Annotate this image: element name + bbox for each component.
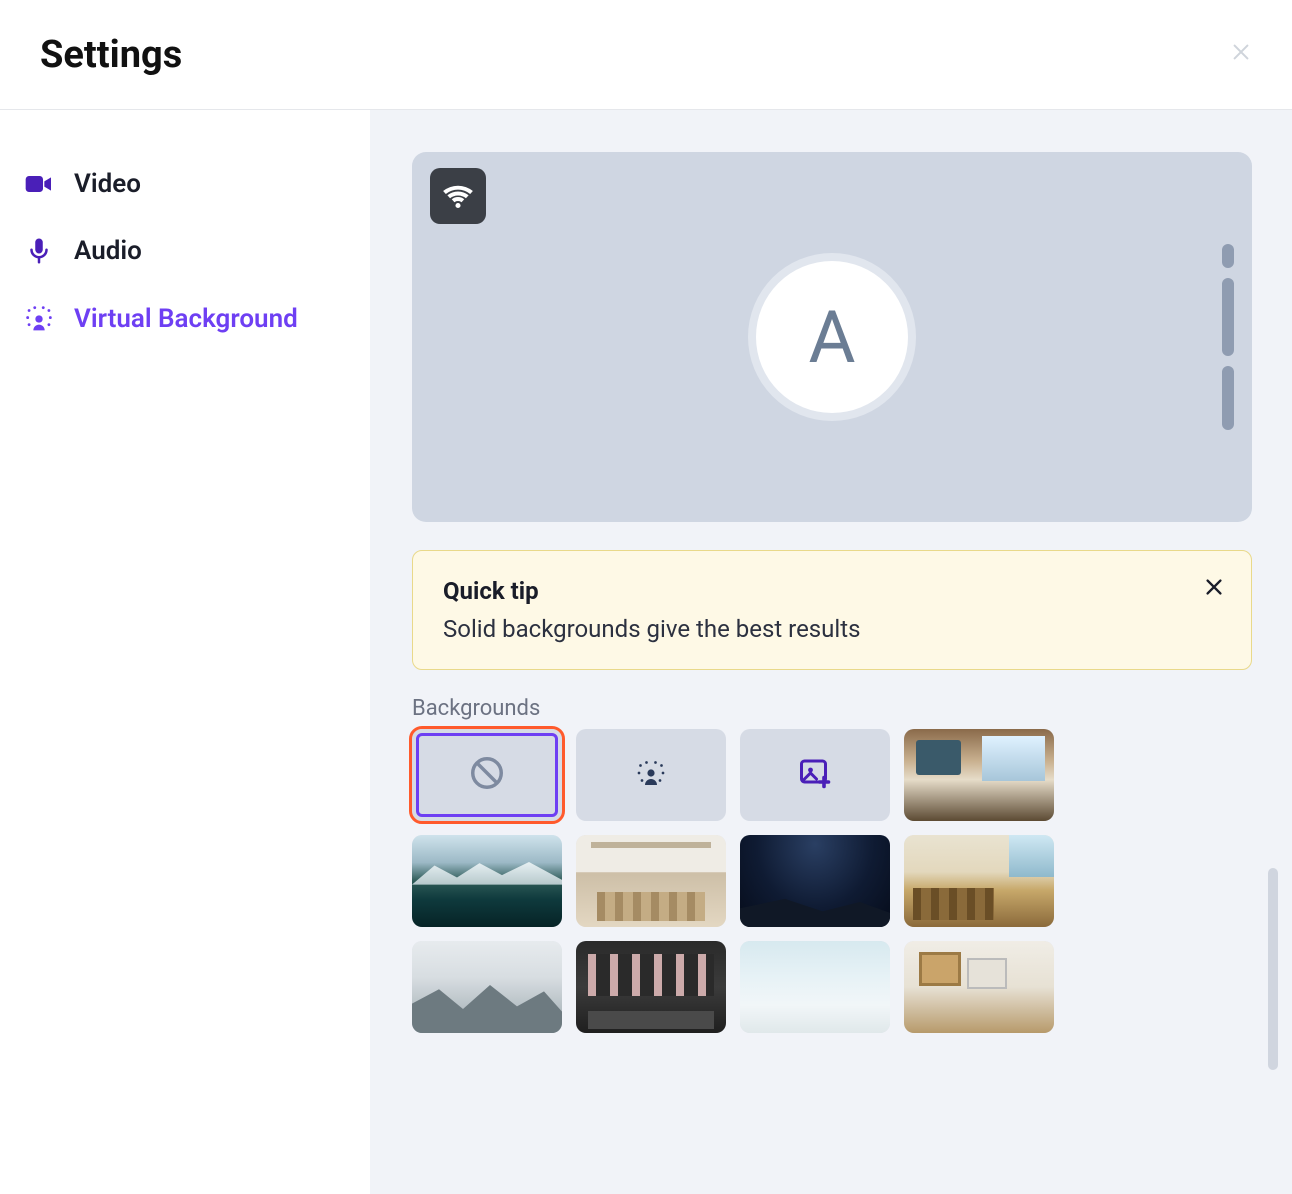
prohibit-icon xyxy=(468,754,506,796)
background-tile-blur[interactable] xyxy=(576,729,726,821)
background-tile-mountain-lake[interactable] xyxy=(412,835,562,927)
background-tile-loft[interactable] xyxy=(576,941,726,1033)
virtual-bg-icon xyxy=(22,302,56,336)
video-preview: A xyxy=(412,152,1252,522)
blur-person-icon xyxy=(633,755,669,795)
sidebar-item-audio[interactable]: Audio xyxy=(0,218,370,284)
background-tile-minimal-blue[interactable] xyxy=(740,941,890,1033)
background-tile-beach-cafe[interactable] xyxy=(904,835,1054,927)
camera-icon xyxy=(22,168,56,200)
sidebar-item-video[interactable]: Video xyxy=(0,150,370,218)
add-image-icon xyxy=(797,755,833,795)
backgrounds-grid xyxy=(412,729,1252,1033)
close-icon[interactable] xyxy=(1230,40,1252,70)
page-title: Settings xyxy=(40,33,182,77)
background-tile-gallery[interactable] xyxy=(904,941,1054,1033)
wifi-icon xyxy=(430,168,486,224)
sidebar-item-label: Audio xyxy=(74,236,142,266)
background-tile-living-room[interactable] xyxy=(904,729,1054,821)
microphone-icon xyxy=(22,236,56,266)
main-panel: A Quick tip Solid backgrounds give the b… xyxy=(370,110,1292,1194)
close-icon[interactable] xyxy=(1203,575,1225,605)
avatar: A xyxy=(748,253,916,421)
sidebar-item-label: Video xyxy=(74,169,141,199)
tip-title: Quick tip xyxy=(443,577,1221,605)
quick-tip-banner: Quick tip Solid backgrounds give the bes… xyxy=(412,550,1252,670)
background-tile-gray-mountains[interactable] xyxy=(412,941,562,1033)
backgrounds-label: Backgrounds xyxy=(412,696,1252,721)
settings-sidebar: Video Audio Virtual Background xyxy=(0,110,370,1194)
tip-body: Solid backgrounds give the best results xyxy=(443,615,1221,643)
background-tile-none[interactable] xyxy=(412,729,562,821)
scrollbar[interactable] xyxy=(1268,868,1278,1070)
background-tile-kitchen[interactable] xyxy=(576,835,726,927)
background-tile-add[interactable] xyxy=(740,729,890,821)
avatar-letter: A xyxy=(809,295,856,380)
backgrounds-section: Backgrounds xyxy=(412,696,1252,1033)
sidebar-item-label: Virtual Background xyxy=(74,304,298,334)
background-tile-night-sky[interactable] xyxy=(740,835,890,927)
settings-header: Settings xyxy=(0,0,1292,110)
audio-level-indicator xyxy=(1222,244,1234,430)
sidebar-item-virtual-background[interactable]: Virtual Background xyxy=(0,284,370,354)
